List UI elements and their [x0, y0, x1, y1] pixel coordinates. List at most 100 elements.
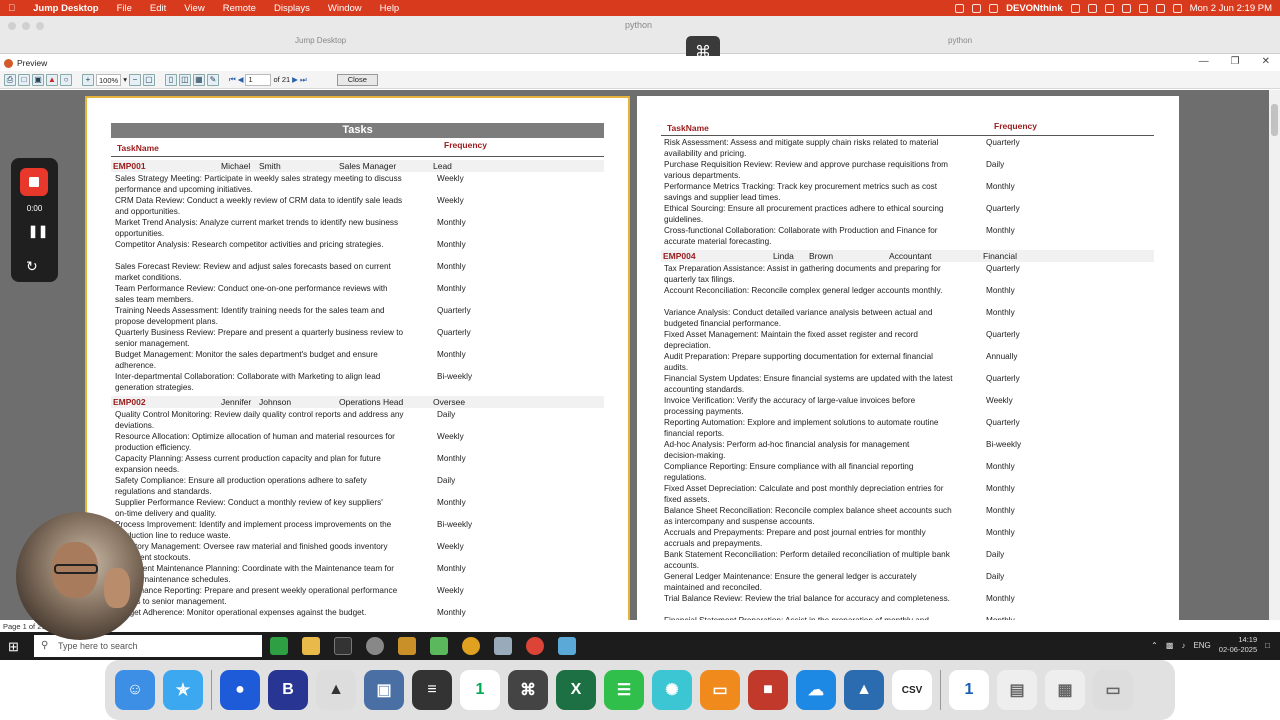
minimize-window-button[interactable]: [22, 22, 30, 30]
zoom-select[interactable]: 100%: [96, 73, 122, 86]
app-icon[interactable]: [270, 637, 288, 655]
two-page-icon[interactable]: ◫: [178, 73, 191, 86]
preview-icon[interactable]: ▣: [364, 670, 404, 710]
column-header-frequency: Frequency: [444, 140, 487, 150]
status-icon[interactable]: [1104, 3, 1114, 13]
menubar-clock[interactable]: Mon 2 Jun 2:19 PM: [1190, 3, 1272, 14]
task-row: Ad-hoc Analysis: Perform ad-hoc financia…: [664, 440, 978, 461]
close-icon[interactable]: ✕: [1262, 56, 1270, 67]
glasses: [54, 564, 98, 574]
network-icon[interactable]: ▩: [1166, 641, 1174, 650]
page-number-input[interactable]: 1: [245, 73, 272, 86]
app-icon[interactable]: ☰: [604, 670, 644, 710]
language-indicator[interactable]: ENG: [1193, 641, 1210, 650]
app-icon[interactable]: ✺: [652, 670, 692, 710]
taskbar-clock[interactable]: 14:19 02-06-2025: [1219, 635, 1257, 655]
task-frequency: Quarterly: [437, 306, 471, 315]
pdf-export-icon[interactable]: ▲: [46, 73, 58, 86]
chrome-icon[interactable]: [526, 637, 544, 655]
menu-view[interactable]: View: [184, 3, 204, 14]
task-row: Competitor Analysis: Research competitor…: [115, 240, 429, 251]
close-window-button[interactable]: [8, 22, 16, 30]
fit-page-icon[interactable]: ▢: [142, 73, 155, 86]
chevron-down-icon[interactable]: ▾: [123, 75, 127, 84]
bbedit-icon[interactable]: B: [268, 670, 308, 710]
app-icon[interactable]: [430, 637, 448, 655]
excel-icon[interactable]: X: [556, 670, 596, 710]
app-icon[interactable]: ▲: [316, 670, 356, 710]
scrollbar-thumb[interactable]: [1271, 104, 1278, 136]
app-icon[interactable]: [558, 637, 576, 655]
search-icon[interactable]: [1155, 3, 1165, 13]
edit-icon[interactable]: ✎: [206, 73, 219, 86]
zoom-in-icon[interactable]: +: [82, 73, 94, 86]
viewer-scrollbar[interactable]: [1269, 90, 1280, 620]
tab-python[interactable]: python: [948, 36, 972, 45]
menu-file[interactable]: File: [117, 3, 132, 14]
app-name[interactable]: Jump Desktop: [33, 3, 98, 14]
print-icon[interactable]: ⎙: [4, 73, 16, 86]
open-icon[interactable]: □: [18, 73, 30, 86]
devonthink-label[interactable]: DEVONthink: [1006, 3, 1062, 14]
restore-icon[interactable]: ❐: [1231, 56, 1240, 67]
wifi-icon[interactable]: [1138, 3, 1148, 13]
calculator-icon[interactable]: ≡: [412, 670, 452, 710]
document-viewer[interactable]: Tasks TaskName Frequency EMP001 Michael Smith…: [0, 90, 1280, 620]
binoculars-icon[interactable]: ○: [60, 73, 72, 86]
status-icon[interactable]: [1070, 3, 1080, 13]
app-icon[interactable]: ▲: [844, 670, 884, 710]
menu-displays[interactable]: Displays: [274, 3, 310, 14]
windows-start-icon[interactable]: ⊞: [8, 639, 19, 655]
status-icon[interactable]: [1087, 3, 1097, 13]
next-page-icon[interactable]: ▶: [292, 75, 298, 84]
app-icon[interactable]: [366, 637, 384, 655]
save-icon[interactable]: ▣: [32, 73, 44, 86]
folder-icon[interactable]: [302, 637, 320, 655]
document-icon[interactable]: ▦: [1045, 670, 1085, 710]
status-icon[interactable]: [1121, 3, 1131, 13]
app-icon[interactable]: [462, 637, 480, 655]
app-icon[interactable]: ●: [220, 670, 260, 710]
password-icon[interactable]: 1: [949, 670, 989, 710]
menu-remote[interactable]: Remote: [223, 3, 256, 14]
prev-page-icon[interactable]: ◀: [238, 75, 244, 84]
volume-icon[interactable]: ♪: [1181, 641, 1185, 650]
status-icon[interactable]: [955, 3, 965, 13]
books-icon[interactable]: ▭: [700, 670, 740, 710]
menu-edit[interactable]: Edit: [150, 3, 166, 14]
finder-icon[interactable]: ☺: [115, 670, 155, 710]
tab-jump-desktop[interactable]: Jump Desktop: [295, 36, 346, 45]
notification-icon[interactable]: □: [1265, 641, 1270, 650]
single-page-icon[interactable]: ▯: [164, 73, 177, 86]
app-icon[interactable]: [494, 637, 512, 655]
trash-icon[interactable]: ▭: [1093, 670, 1133, 710]
csv-app-icon[interactable]: CSV: [892, 670, 932, 710]
cloud-icon[interactable]: ☁: [796, 670, 836, 710]
status-icon[interactable]: [989, 3, 999, 13]
stop-recording-button[interactable]: [20, 168, 48, 196]
document-icon[interactable]: ▤: [997, 670, 1037, 710]
safari-icon[interactable]: ✯: [163, 670, 203, 710]
close-button[interactable]: Close: [336, 73, 378, 86]
control-center-icon[interactable]: [1172, 3, 1182, 13]
last-page-icon[interactable]: ⏭: [300, 75, 307, 85]
terminal-icon[interactable]: [334, 637, 352, 655]
restart-icon[interactable]: ↻: [26, 258, 38, 275]
zoom-out-icon[interactable]: −: [128, 73, 141, 86]
minimize-icon[interactable]: —: [1199, 56, 1209, 67]
jump-desktop-icon[interactable]: ⌘: [508, 670, 548, 710]
multi-page-icon[interactable]: ▦: [192, 73, 205, 86]
task-frequency: Quarterly: [986, 374, 1020, 383]
app-icon[interactable]: [398, 637, 416, 655]
password-icon[interactable]: 1: [460, 670, 500, 710]
menu-window[interactable]: Window: [328, 3, 362, 14]
first-page-icon[interactable]: ⏮: [229, 75, 236, 85]
pause-icon[interactable]: ❚❚: [28, 224, 48, 238]
task-frequency: Monthly: [986, 616, 1015, 620]
chevron-up-icon[interactable]: ⌃: [1151, 641, 1158, 650]
zoom-window-button[interactable]: [36, 22, 44, 30]
app-icon[interactable]: ■: [748, 670, 788, 710]
apple-icon[interactable]: : [8, 3, 15, 14]
status-icon[interactable]: [972, 3, 982, 13]
menu-help[interactable]: Help: [380, 3, 400, 14]
